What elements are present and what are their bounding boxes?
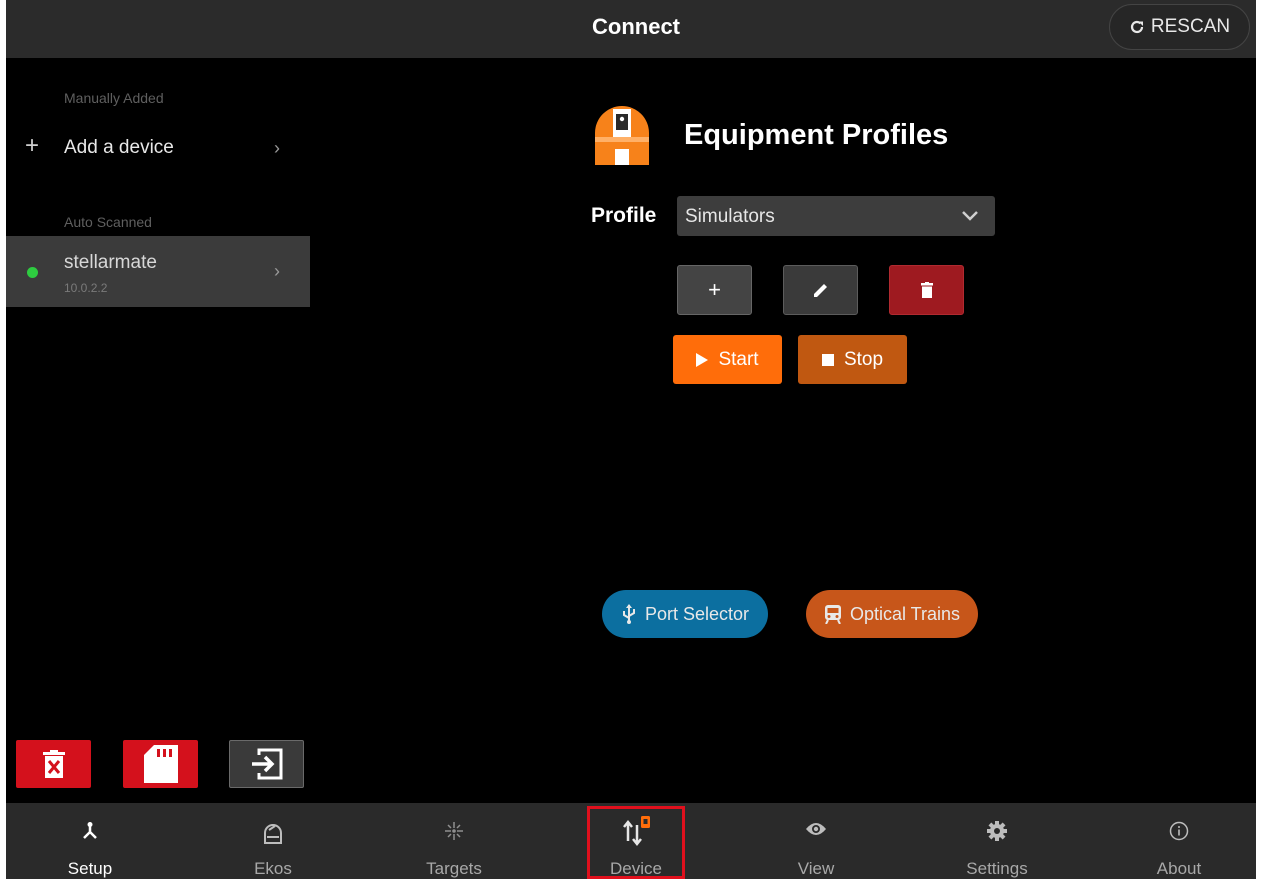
optical-trains-label: Optical Trains: [849, 603, 961, 624]
nav-settings[interactable]: Settings: [937, 803, 1057, 879]
equipment-profiles-title: Equipment Profiles: [684, 119, 949, 151]
rescan-label: RESCAN: [1150, 16, 1231, 37]
ekos-icon: [264, 824, 282, 844]
sd-card-icon: [143, 745, 178, 783]
nav-label-setup: Setup: [67, 859, 113, 878]
add-device-item[interactable]: + Add a device ›: [6, 122, 310, 174]
sd-card-button[interactable]: [123, 740, 198, 788]
usb-icon: [622, 604, 635, 624]
trash-icon: [920, 282, 933, 298]
observatory-icon: [595, 106, 649, 165]
top-app-bar: Connect RESCAN: [6, 0, 1256, 58]
delete-logs-button[interactable]: [16, 740, 91, 788]
nav-targets[interactable]: Targets: [394, 803, 514, 879]
edit-profile-button[interactable]: [783, 265, 858, 315]
device-item-stellarmate[interactable]: stellarmate 10.0.2.2 ›: [6, 236, 310, 307]
plus-icon: +: [708, 277, 721, 302]
device-highlight-frame: [587, 806, 685, 879]
section-label-manual: Manually Added: [64, 90, 164, 106]
nav-label-settings: Settings: [966, 859, 1028, 878]
stop-icon: [821, 353, 834, 366]
targets-icon: [445, 822, 463, 840]
optical-trains-button[interactable]: Optical Trains: [806, 590, 978, 638]
app-screen: Connect RESCAN Manually Added + Add a de…: [6, 0, 1256, 879]
train-icon: [824, 605, 841, 624]
nav-label-ekos: Ekos: [254, 859, 292, 878]
gear-icon: [987, 821, 1007, 841]
start-label: Start: [718, 348, 759, 370]
bottom-navigation: Setup Ekos Targets Device View Settings …: [6, 803, 1256, 879]
profile-select-value: Simulators: [685, 206, 775, 227]
stop-label: Stop: [843, 348, 884, 370]
device-name: stellarmate: [64, 252, 157, 273]
profile-label: Profile: [591, 204, 657, 227]
start-button[interactable]: Start: [673, 335, 782, 384]
info-icon: [1169, 821, 1189, 841]
chevron-down-icon: [962, 211, 978, 221]
add-device-label: Add a device: [64, 137, 174, 158]
section-label-auto: Auto Scanned: [64, 214, 152, 230]
port-selector-button[interactable]: Port Selector: [602, 590, 768, 638]
exit-icon: [251, 748, 282, 780]
nav-setup[interactable]: Setup: [30, 803, 150, 879]
setup-icon: [83, 822, 97, 839]
nav-label-view: View: [797, 859, 835, 878]
profile-select[interactable]: Simulators: [677, 196, 995, 236]
plus-icon: +: [25, 132, 40, 159]
eye-icon: [806, 823, 826, 835]
nav-label-targets: Targets: [426, 859, 482, 878]
nav-about[interactable]: About: [1119, 803, 1239, 879]
exit-button[interactable]: [229, 740, 304, 788]
pencil-icon: [813, 284, 827, 297]
chevron-right-icon: ›: [274, 138, 280, 158]
play-icon: [696, 352, 709, 367]
nav-ekos[interactable]: Ekos: [213, 803, 333, 879]
nav-view[interactable]: View: [756, 803, 876, 879]
stop-button[interactable]: Stop: [798, 335, 907, 384]
add-profile-button[interactable]: +: [677, 265, 752, 315]
port-selector-label: Port Selector: [644, 603, 750, 624]
device-ip: 10.0.2.2: [64, 281, 108, 295]
nav-label-about: About: [1156, 859, 1202, 878]
online-status-dot: [27, 267, 38, 278]
page-title: Connect: [592, 14, 680, 39]
delete-profile-button[interactable]: [889, 265, 964, 315]
chevron-right-icon: ›: [274, 261, 280, 281]
rescan-button[interactable]: RESCAN: [1109, 4, 1250, 50]
trash-x-icon: [42, 750, 65, 778]
refresh-icon: [1130, 20, 1144, 34]
